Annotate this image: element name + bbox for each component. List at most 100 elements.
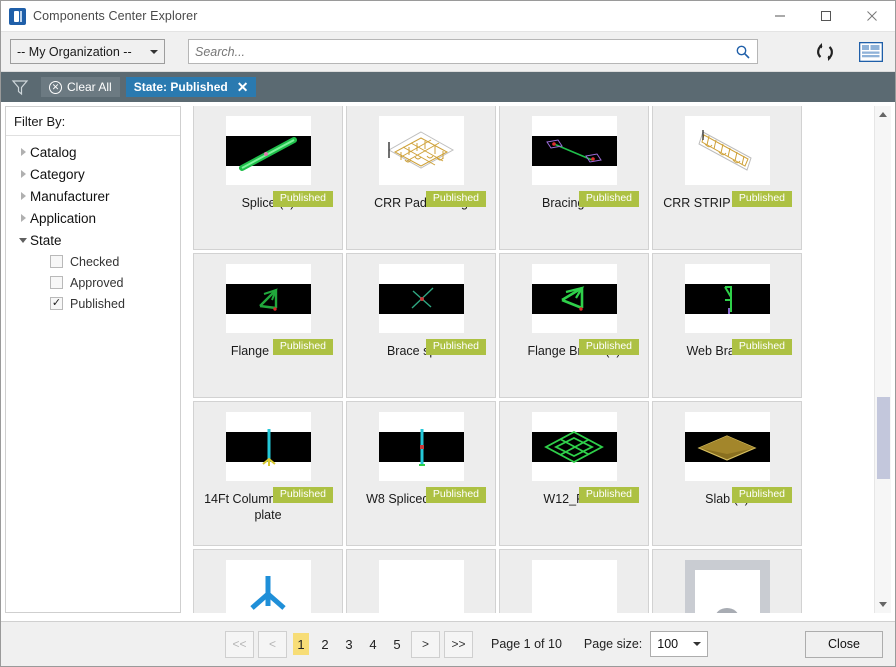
sidebar-item-application[interactable]: Application — [6, 207, 180, 229]
first-page-button[interactable]: << — [225, 630, 254, 658]
organization-select[interactable]: -- My Organization -- — [10, 39, 165, 64]
component-thumbnail — [531, 412, 617, 481]
page-size-select[interactable]: 100 — [650, 631, 709, 657]
checkbox-published[interactable]: ✓ — [50, 297, 63, 310]
title-bar: Components Center Explorer — [1, 1, 895, 32]
funnel-icon[interactable] — [9, 78, 31, 96]
search-field-wrapper — [188, 39, 758, 64]
component-card[interactable]: Published Flange Brace — [193, 253, 343, 398]
slab-gold-art — [696, 435, 757, 461]
search-toolbar: -- My Organization -- — [1, 32, 895, 72]
page-size-value: 100 — [657, 637, 679, 651]
chevron-right-icon[interactable] — [16, 170, 30, 178]
last-page-button[interactable]: >> — [444, 630, 473, 658]
component-card[interactable]: Published W12_Floor — [499, 401, 649, 546]
web-brace-art — [723, 286, 732, 314]
next-page-button[interactable]: > — [411, 630, 440, 658]
flange-brace-art — [258, 288, 278, 311]
component-thumbnail — [684, 264, 770, 333]
search-input[interactable] — [189, 40, 729, 63]
status-badge: Published — [731, 487, 792, 503]
page-number-4[interactable]: 4 — [365, 633, 381, 655]
state-option-approved[interactable]: Approved — [6, 272, 180, 293]
card-partial-bottom[interactable] — [499, 549, 649, 613]
strip-footing-rebar-art — [697, 130, 752, 171]
check-glyph: ✓ — [51, 297, 62, 309]
minimize-icon[interactable] — [757, 1, 803, 32]
main-body: Filter By: Catalog Category Manufacturer… — [1, 102, 895, 621]
clear-all-label: Clear All — [67, 80, 112, 94]
sidebar-item-manufacturer[interactable]: Manufacturer — [6, 185, 180, 207]
anchor-blue-art — [249, 576, 286, 610]
component-card[interactable]: Published Web Brace C1 — [652, 253, 802, 398]
state-option-label: Approved — [70, 275, 124, 290]
sidebar-item-label: Application — [30, 210, 97, 226]
component-card[interactable]: Published Slab (5) — [652, 401, 802, 546]
window-title: Components Center Explorer — [33, 9, 198, 23]
status-badge: Published — [578, 487, 639, 503]
filter-sidebar: Filter By: Catalog Category Manufacturer… — [5, 106, 181, 613]
search-icon[interactable] — [729, 40, 757, 63]
checkbox-approved[interactable] — [50, 276, 63, 289]
state-option-checked[interactable]: Checked — [6, 251, 180, 272]
sidebar-item-category[interactable]: Category — [6, 163, 180, 185]
component-thumbnail — [225, 116, 311, 185]
clear-all-button[interactable]: ✕ Clear All — [41, 77, 120, 97]
component-thumbnail — [378, 412, 464, 481]
page-number-3[interactable]: 3 — [341, 633, 357, 655]
card-partial-bottom[interactable] — [193, 549, 343, 613]
scroll-up-icon[interactable] — [875, 106, 892, 123]
toolbar-icons — [790, 37, 886, 67]
prev-page-button[interactable]: < — [258, 630, 287, 658]
organization-select-value: -- My Organization -- — [17, 44, 132, 59]
filter-chip-state[interactable]: State: Published ✕ — [125, 77, 257, 97]
card-partial-bottom[interactable] — [652, 549, 802, 613]
component-card[interactable]: Published CRR STRIP FOOTING — [652, 106, 802, 250]
chevron-down-icon[interactable] — [16, 237, 30, 243]
state-option-label: Published — [70, 296, 125, 311]
status-badge: Published — [731, 339, 792, 355]
component-thumbnail — [531, 560, 617, 613]
scrollbar-track[interactable] — [875, 123, 892, 596]
x-icon[interactable]: ✕ — [237, 80, 249, 94]
state-option-published[interactable]: ✓ Published — [6, 293, 180, 314]
sidebar-item-state[interactable]: State — [6, 229, 180, 251]
card-partial-bottom[interactable] — [346, 549, 496, 613]
page-number-1[interactable]: 1 — [293, 633, 309, 655]
splice-green-bar-art — [238, 137, 297, 171]
component-card[interactable]: Published Bracing rod — [499, 106, 649, 250]
checkbox-checked[interactable] — [50, 255, 63, 268]
component-thumbnail — [531, 116, 617, 185]
chevron-right-icon[interactable] — [16, 192, 30, 200]
panel-layout-icon[interactable] — [856, 37, 886, 67]
component-card[interactable]: Published Brace splice — [346, 253, 496, 398]
close-button[interactable]: Close — [805, 630, 883, 658]
sidebar-item-catalog[interactable]: Catalog — [6, 141, 180, 163]
component-card[interactable]: Published 14Ft Column and Base plate — [193, 401, 343, 546]
component-thumbnail — [225, 264, 311, 333]
status-badge: Published — [272, 487, 333, 503]
component-card[interactable]: Published CRR Pad footing — [346, 106, 496, 250]
chevron-right-icon[interactable] — [16, 148, 30, 156]
page-number-5[interactable]: 5 — [389, 633, 405, 655]
component-card[interactable]: Published Splice (1) — [193, 106, 343, 250]
scroll-down-icon[interactable] — [875, 596, 892, 613]
chevron-right-icon[interactable] — [16, 214, 30, 222]
maximize-icon[interactable] — [803, 1, 849, 32]
component-thumbnail — [684, 412, 770, 481]
page-number-2[interactable]: 2 — [317, 633, 333, 655]
pagination: << < 1 2 3 4 5 > >> — [225, 630, 473, 658]
spliced-column-art — [418, 429, 425, 466]
sidebar-item-label: Catalog — [30, 144, 77, 160]
scrollbar-thumb[interactable] — [876, 397, 890, 480]
close-icon[interactable] — [849, 1, 895, 32]
footer-bar: << < 1 2 3 4 5 > >> Page 1 of 10 Page si… — [1, 621, 895, 666]
component-card[interactable]: Published W8 Spliced Column — [346, 401, 496, 546]
sidebar-item-label: Manufacturer — [30, 188, 110, 204]
refresh-icon[interactable] — [810, 37, 840, 67]
vertical-scrollbar[interactable] — [874, 106, 891, 613]
bracing-rod-art — [545, 139, 602, 163]
app-icon — [9, 7, 26, 25]
component-card[interactable]: Published Flange Brace (1) — [499, 253, 649, 398]
sidebar-title: Filter By: — [6, 107, 180, 136]
